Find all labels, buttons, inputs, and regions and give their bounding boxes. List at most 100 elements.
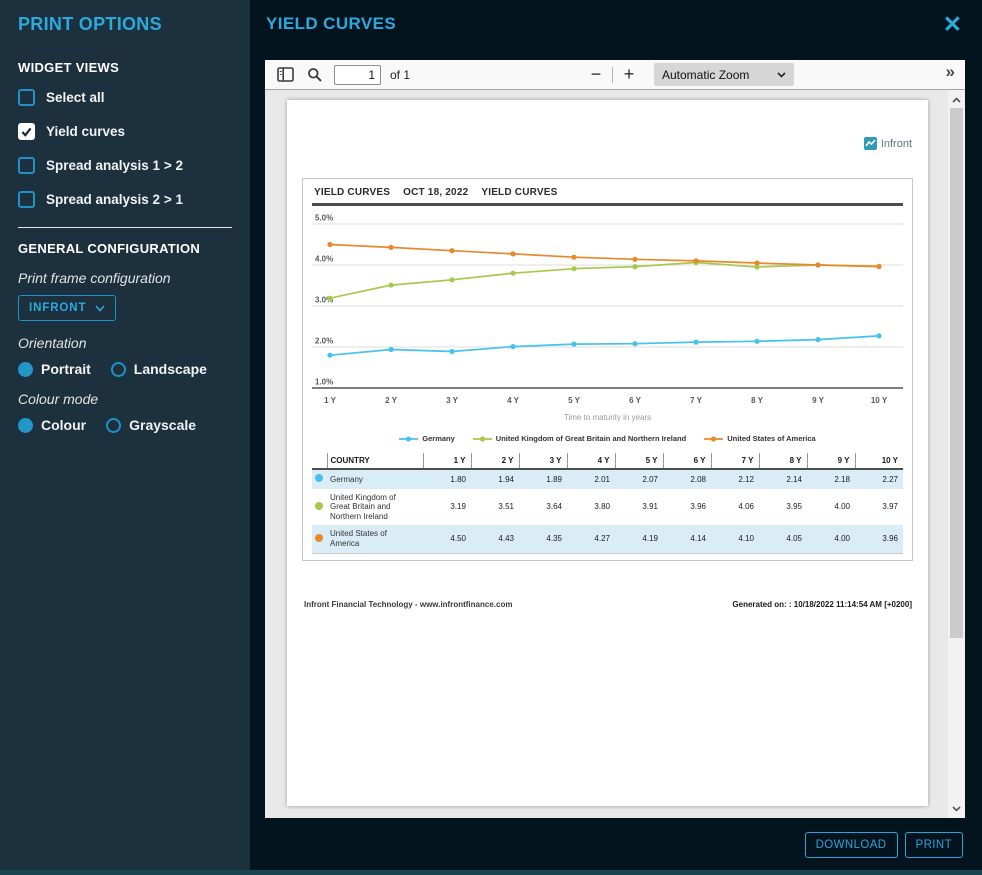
svg-text:4.0%: 4.0% [315, 255, 333, 264]
table-header: COUNTRY1 Y2 Y3 Y4 Y5 Y6 Y7 Y8 Y9 Y10 Y [312, 453, 903, 469]
yield-value: 2.27 [855, 469, 903, 489]
toggle-sidebar-icon[interactable] [275, 65, 296, 84]
download-button[interactable]: DOWNLOAD [805, 832, 898, 858]
widget-title: YIELD CURVES [314, 187, 390, 198]
orientation-label: Orientation [18, 335, 232, 351]
yield-value: 3.96 [855, 525, 903, 553]
yield-value: 4.43 [471, 525, 519, 553]
series-color-dot [312, 469, 327, 489]
svg-text:5 Y: 5 Y [568, 396, 581, 405]
radio-selected-icon[interactable] [18, 362, 33, 377]
legend-label: United Kingdom of Great Britain and Nort… [496, 434, 686, 443]
table-row-united-states-of-america: United States of America4.504.434.354.27… [312, 525, 903, 553]
radio-unselected-icon[interactable] [111, 362, 126, 377]
svg-text:2.0%: 2.0% [315, 337, 333, 346]
svg-text:2 Y: 2 Y [385, 396, 398, 405]
table-header-country: COUNTRY [327, 453, 423, 469]
yield-value: 4.00 [807, 525, 855, 553]
page-number-input[interactable] [334, 65, 381, 85]
table-row-united-kingdom-of-great-: United Kingdom of Great Britain and Nort… [312, 489, 903, 526]
print-frame-select[interactable]: INFRONT [18, 295, 116, 321]
title-divider [312, 203, 903, 206]
yield-value: 2.07 [615, 469, 663, 489]
yield-value: 3.95 [759, 489, 807, 526]
toolbar-overflow-icon[interactable]: » [946, 62, 955, 82]
dialog-header: YIELD CURVES ✕ [250, 0, 982, 60]
radio-unselected-icon[interactable] [106, 418, 121, 433]
table-header-row: COUNTRY1 Y2 Y3 Y4 Y5 Y6 Y7 Y8 Y9 Y10 Y [312, 453, 903, 469]
infront-logo-icon [864, 137, 877, 150]
pdf-toolbar: of 1 − + Automatic Zoom » [265, 60, 965, 90]
table-header-cell: 3 Y [519, 453, 567, 469]
search-icon[interactable] [305, 65, 325, 85]
table-body: Germany1.801.941.892.012.072.082.122.142… [312, 469, 903, 553]
colour-mode-options: Colour Grayscale [18, 417, 232, 433]
country-name: United Kingdom of Great Britain and Nort… [327, 489, 423, 526]
zoom-out-icon[interactable]: − [583, 64, 609, 85]
yield-value: 2.18 [807, 469, 855, 489]
table-header-cell: 5 Y [615, 453, 663, 469]
chevron-down-icon [777, 72, 786, 78]
print-dialog: PRINT OPTIONS WIDGET VIEWS Select all Yie… [0, 0, 982, 875]
preview-panel: YIELD CURVES ✕ of 1 − + Automatic Zoom [250, 0, 982, 875]
pdf-viewer[interactable]: Infront YIELD CURVESOCT 18, 2022YIELD CU… [265, 90, 965, 818]
checkbox-checked-icon[interactable] [18, 123, 35, 140]
scrollbar[interactable] [948, 90, 965, 818]
close-icon[interactable]: ✕ [943, 11, 962, 38]
checkbox-unchecked-icon[interactable] [18, 157, 35, 174]
yield-value: 3.80 [567, 489, 615, 526]
scrollbar-thumb[interactable] [950, 108, 963, 638]
radio-selected-icon[interactable] [18, 418, 33, 433]
yield-value: 1.94 [471, 469, 519, 489]
yield-value: 3.91 [615, 489, 663, 526]
print-frame-value: INFRONT [29, 302, 86, 314]
yield-value: 4.50 [423, 525, 471, 553]
table-header-cell: 1 Y [423, 453, 471, 469]
checkbox-spread-analysis-2-1[interactable]: Spread analysis 2 > 1 [18, 191, 232, 208]
chevron-down-icon [95, 305, 105, 312]
radio-orientation-landscape[interactable]: Landscape [111, 361, 207, 377]
radio-colour-colour[interactable]: Colour [18, 417, 86, 433]
yield-value: 4.05 [759, 525, 807, 553]
table-header-cell: 6 Y [663, 453, 711, 469]
checkbox-spread-analysis-1-2[interactable]: Spread analysis 1 > 2 [18, 157, 232, 174]
widget-views-heading: WIDGET VIEWS [18, 60, 232, 75]
footer-company: Infront Financial Technology - www.infro… [304, 600, 512, 609]
svg-text:Time to maturity in years: Time to maturity in years [564, 413, 651, 422]
yield-value: 4.35 [519, 525, 567, 553]
table-header-cell: 4 Y [567, 453, 615, 469]
page-count-label: of 1 [390, 68, 410, 82]
yield-value: 4.19 [615, 525, 663, 553]
sidebar-title: PRINT OPTIONS [18, 14, 232, 35]
toolbar-zoom-group: − + Automatic Zoom [583, 60, 794, 89]
svg-text:5.0%: 5.0% [315, 214, 333, 223]
print-button[interactable]: PRINT [905, 832, 964, 858]
scroll-down-icon[interactable] [948, 801, 965, 816]
zoom-level-select[interactable]: Automatic Zoom [654, 63, 794, 86]
checkbox-select-all[interactable]: Select all [18, 89, 232, 106]
table-header-cell: 9 Y [807, 453, 855, 469]
sidebar-divider [18, 227, 232, 228]
svg-text:10 Y: 10 Y [871, 396, 888, 405]
legend-item-united-kingdom-of-great-: United Kingdom of Great Britain and Nort… [473, 434, 686, 443]
footer-generated: Generated on: : 10/18/2022 11:14:54 AM [… [732, 600, 912, 609]
checkbox-yield-curves[interactable]: Yield curves [18, 123, 232, 140]
checkbox-label: Spread analysis 2 > 1 [46, 192, 183, 207]
checkbox-unchecked-icon[interactable] [18, 89, 35, 106]
svg-text:9 Y: 9 Y [812, 396, 825, 405]
general-config-heading: GENERAL CONFIGURATION [18, 241, 232, 256]
legend-item-united-states-of-america: United States of America [704, 434, 816, 443]
zoom-level-value: Automatic Zoom [662, 68, 749, 82]
chart-legend: Germany United Kingdom of Great Britain a… [312, 434, 903, 443]
yield-value: 4.27 [567, 525, 615, 553]
radio-orientation-portrait[interactable]: Portrait [18, 361, 91, 377]
table-header-cell: 8 Y [759, 453, 807, 469]
table-header-cell: 2 Y [471, 453, 519, 469]
infront-brand: Infront [864, 137, 912, 150]
legend-label: Germany [422, 434, 455, 443]
radio-colour-grayscale[interactable]: Grayscale [106, 417, 196, 433]
table-header-cell: 10 Y [855, 453, 903, 469]
zoom-in-icon[interactable]: + [616, 64, 642, 85]
checkbox-unchecked-icon[interactable] [18, 191, 35, 208]
scroll-up-icon[interactable] [948, 92, 965, 107]
